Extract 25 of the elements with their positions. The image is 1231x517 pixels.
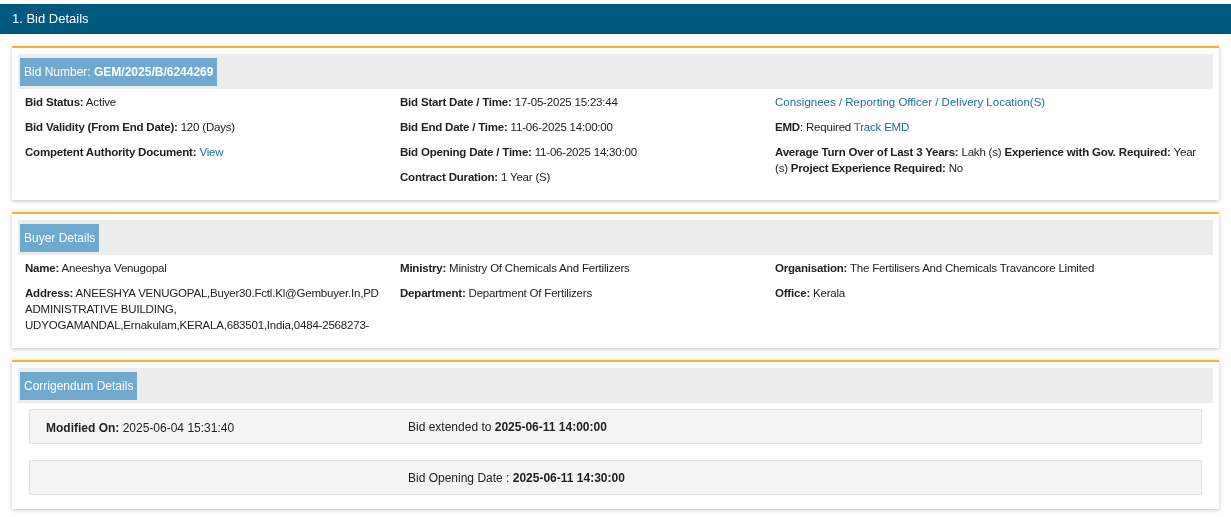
field-text: Bid Status: Active: [25, 95, 117, 110]
field-text: Bid End Date / Time: 11-06-2025 14:00:00: [400, 120, 614, 135]
change-text: Bid Opening Date : 2025-06-11 14:30:00: [408, 469, 626, 487]
field-text: Name: Aneeshya Venugopal: [25, 261, 168, 276]
section-title: Bid Number: GEM/2025/B/6244269: [20, 57, 218, 86]
section-title: Buyer Details: [20, 223, 100, 252]
link[interactable]: Consignees / Reporting Officer / Delivery Location(S): [775, 96, 1046, 108]
field-text: Ministry: Ministry Of Chemicals And Fertilizers: [400, 261, 631, 276]
field-text: Average Turn Over of Last 3 Years: Lakh (s) Experience with Gov. Required: Year (s) Project Experience Required: No: [775, 145, 1197, 176]
link[interactable]: View: [199, 146, 224, 158]
modified-text: Modified On: 2025-06-04 15:31:40: [46, 420, 235, 435]
link[interactable]: Track EMD: [853, 121, 910, 133]
field-text: Office: Kerala: [775, 286, 847, 301]
field-text: Department: Department Of Fertilizers: [400, 286, 593, 301]
field-text: Address: ANEESHYA VENUGOPAL,Buyer30.Fctl.Kl@Gembuyer.In,PD ADMINISTRATIVE BUILDING, UDYOGAMANDAL,Ernakulam,KERALA,683501,India,0484-2568273-: [25, 286, 380, 333]
change-text: Bid extended to 2025-06-11 14:00:00: [408, 418, 608, 436]
header-title: 1. Bid Details: [12, 10, 89, 29]
field-text: Bid Validity (From End Date): 120 (Days): [25, 120, 236, 135]
field-text: Bid Opening Date / Time: 11-06-2025 14:30:00: [400, 145, 638, 160]
field-text: Contract Duration: 1 Year (S): [400, 170, 552, 185]
field-text: Bid Start Date / Time: 17-05-2025 15:23:44: [400, 95, 619, 110]
field-text: Organisation: The Fertilisers And Chemicals Travancore Limited: [775, 261, 1096, 276]
field-text: Competent Authority Document: View: [25, 145, 225, 160]
section-title: Corrigendum Details: [20, 371, 138, 400]
field-text: EMD: Required Track EMD: [775, 120, 911, 135]
